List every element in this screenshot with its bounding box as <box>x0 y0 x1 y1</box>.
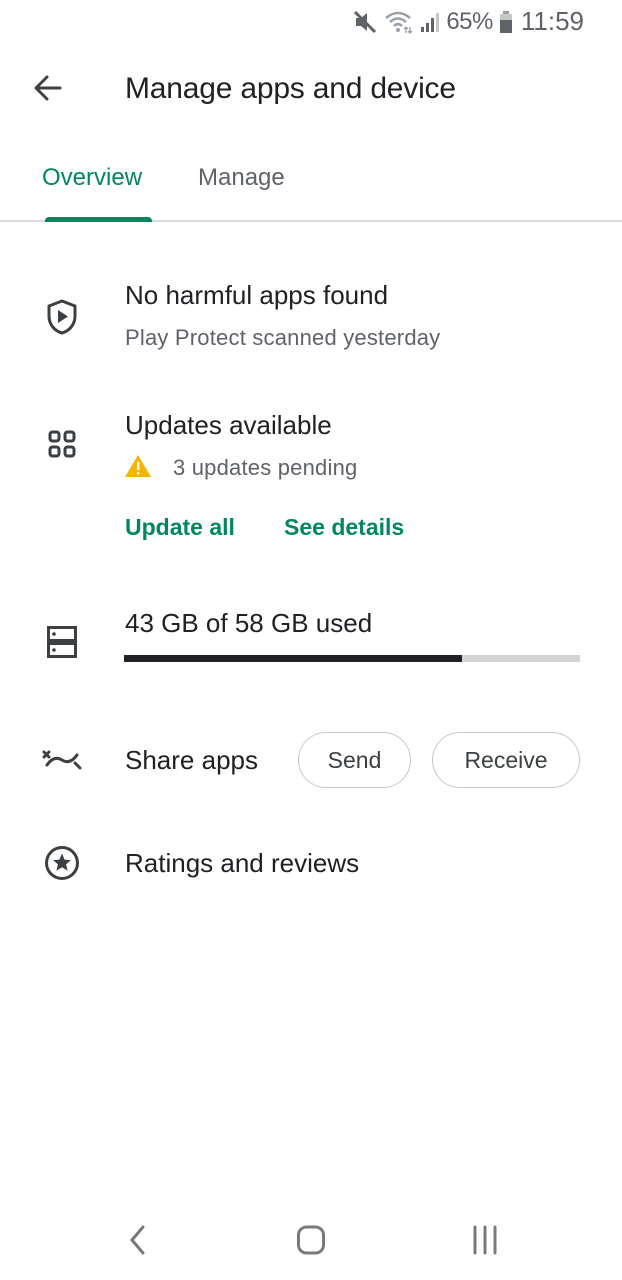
updates-section: Updates available 3 updates pending Upda… <box>0 400 622 550</box>
status-bar: 65% 11:59 <box>0 0 622 42</box>
updates-subtitle: 3 updates pending <box>173 455 358 480</box>
shield-play-icon <box>40 295 84 339</box>
play-protect-subtitle: Play Protect scanned yesterday <box>125 325 441 350</box>
apps-grid-icon <box>40 422 84 466</box>
share-apps-icon <box>40 738 84 782</box>
see-details-button[interactable]: See details <box>284 514 404 541</box>
storage-progress-bar <box>124 655 580 662</box>
update-all-button[interactable]: Update all <box>125 514 235 541</box>
share-apps-section: Share apps Send Receive <box>0 730 622 790</box>
arrow-back-icon <box>32 72 64 109</box>
storage-progress-fill <box>124 655 462 662</box>
warning-icon <box>124 454 152 483</box>
storage-label: 43 GB of 58 GB used <box>125 608 373 638</box>
storage-section[interactable]: 43 GB of 58 GB used <box>0 600 622 680</box>
ratings-reviews-section[interactable]: Ratings and reviews <box>0 835 622 895</box>
nav-home-button[interactable] <box>286 1222 336 1262</box>
signal-icon <box>420 10 440 34</box>
tab-manage[interactable]: Manage <box>198 164 285 192</box>
page-title: Manage apps and device <box>125 72 456 105</box>
battery-icon <box>499 10 513 34</box>
back-button[interactable] <box>28 70 68 110</box>
play-protect-section[interactable]: No harmful apps found Play Protect scann… <box>0 270 622 370</box>
share-apps-label: Share apps <box>125 745 258 775</box>
nav-back-button[interactable] <box>113 1222 163 1262</box>
storage-icon <box>40 620 84 664</box>
star-circle-icon <box>40 841 84 885</box>
nav-recents-button[interactable] <box>461 1222 511 1262</box>
play-protect-title: No harmful apps found <box>125 280 389 310</box>
battery-percent: 65% <box>446 7 493 35</box>
clock: 11:59 <box>520 6 584 36</box>
tab-overview[interactable]: Overview <box>42 164 142 192</box>
mute-icon <box>352 9 378 35</box>
receive-button[interactable]: Receive <box>432 732 580 788</box>
app-bar: Manage apps and device <box>0 60 622 120</box>
send-button[interactable]: Send <box>298 732 411 788</box>
wifi-icon <box>384 9 414 35</box>
system-nav-bar <box>0 1200 622 1280</box>
tab-bar: Overview Manage <box>0 150 622 222</box>
nav-recents-icon <box>471 1224 501 1261</box>
ratings-reviews-label: Ratings and reviews <box>125 848 360 878</box>
nav-back-icon <box>128 1224 148 1261</box>
nav-home-icon <box>296 1224 326 1261</box>
status-icons: 65% 11:59 <box>352 6 584 37</box>
tab-selected-indicator <box>45 217 152 222</box>
updates-title: Updates available <box>125 410 332 440</box>
